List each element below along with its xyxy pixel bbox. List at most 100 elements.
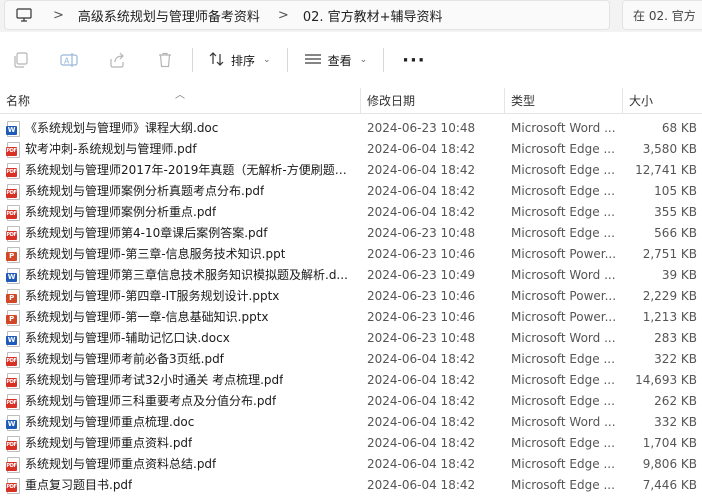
file-row[interactable]: PDF 系统规划与管理师案例分析真题考点分布.pdf 2024-06-04 18:4… [0,181,702,202]
file-name: 系统规划与管理师重点梳理.doc [25,415,195,429]
file-size: 3,580 KB [642,142,697,156]
file-row[interactable]: PDF 系统规划与管理师重点资料.pdf 2024-06-04 18:42 Micro… [0,433,702,454]
pdf-icon: PDF [6,162,20,179]
file-modified-date: 2024-06-04 18:42 [367,373,476,387]
file-modified-date: 2024-06-23 10:46 [367,289,476,303]
file-type: Microsoft Power... [511,247,617,261]
file-type: Microsoft Edge ... [511,478,615,492]
file-row[interactable]: P 系统规划与管理师-第一章-信息基础知识.pptx 2024-06-23 10:4… [0,307,702,328]
computer-icon[interactable] [13,4,35,26]
chevron-down-icon: ⌄ [359,55,368,65]
file-row[interactable]: PDF 系统规划与管理师三科重要考点及分值分布.pdf 2024-06-04 18:… [0,391,702,412]
file-name: 软考冲刺-系统规划与管理师.pdf [25,142,197,156]
file-modified-date: 2024-06-04 18:42 [367,436,476,450]
sort-ascending-icon: ︿ [175,90,185,101]
file-name-cell: PDF 系统规划与管理师案例分析真题考点分布.pdf [6,181,356,202]
ppt-icon: P [6,246,20,263]
copy-icon[interactable] [4,43,38,77]
file-name: 系统规划与管理师三科重要考点及分值分布.pdf [25,394,277,408]
file-modified-date: 2024-06-04 18:42 [367,184,476,198]
file-row[interactable]: P 系统规划与管理师-第四章-IT服务规划设计.pptx 2024-06-23 10… [0,286,702,307]
column-header-row: ︿ 名称 修改日期 类型 大小 [0,88,702,114]
file-row[interactable]: W 《系统规划与管理师》课程大纲.doc 2024-06-23 10:48 Micro… [0,118,702,139]
file-size: 566 KB [654,226,697,240]
column-header-type[interactable]: 类型 [505,88,535,114]
ppt-icon: P [6,288,20,305]
file-type: Microsoft Edge ... [511,184,615,198]
view-button[interactable]: 查看 ⌄ [296,44,376,76]
file-size: 39 KB [661,268,697,282]
delete-icon[interactable] [148,43,182,77]
search-input[interactable]: 在 02. 官方 [622,0,702,30]
file-modified-date: 2024-06-23 10:46 [367,310,476,324]
file-row[interactable]: W 系统规划与管理师重点梳理.doc 2024-06-04 18:42 Microso… [0,412,702,433]
file-size: 9,806 KB [642,457,697,471]
file-name-cell: PDF 重点复习题目书.pdf [6,475,356,496]
file-name: 系统规划与管理师案例分析重点.pdf [25,205,217,219]
file-name-cell: P 系统规划与管理师-第三章-信息服务技术知识.ppt [6,244,356,265]
pdf-icon: PDF [6,393,20,410]
file-modified-date: 2024-06-04 18:42 [367,478,476,492]
file-name: 系统规划与管理师-第一章-信息基础知识.pptx [25,310,269,324]
file-row[interactable]: PDF 软考冲刺-系统规划与管理师.pdf 2024-06-04 18:42 Micr… [0,139,702,160]
file-size: 14,693 KB [635,373,697,387]
pdf-icon: PDF [6,477,20,494]
file-modified-date: 2024-06-04 18:42 [367,457,476,471]
file-name-cell: W 《系统规划与管理师》课程大纲.doc [6,118,356,139]
file-modified-date: 2024-06-23 10:49 [367,268,476,282]
file-name-cell: PDF 系统规划与管理师2017年-2019年真题（无解析-方便刷题）... [6,160,356,181]
file-name: 系统规划与管理师考试32小时通关 考点梳理.pdf [25,373,284,387]
file-name-cell: W 系统规划与管理师-辅助记忆口诀.docx [6,328,356,349]
file-size: 355 KB [654,205,697,219]
file-name: 系统规划与管理师第三章信息技术服务知识模拟题及解析.d... [25,268,348,282]
file-name: 系统规划与管理师重点资料总结.pdf [25,457,217,471]
file-name-cell: PDF 系统规划与管理师考前必备3页纸.pdf [6,349,356,370]
file-row[interactable]: PDF 系统规划与管理师考试32小时通关 考点梳理.pdf 2024-06-04 1… [0,370,702,391]
file-size: 68 KB [661,121,697,135]
column-header-date[interactable]: 修改日期 [361,88,415,114]
file-name: 《系统规划与管理师》课程大纲.doc [25,121,219,135]
file-row[interactable]: W 系统规划与管理师第三章信息技术服务知识模拟题及解析.d... 2024-06-2… [0,265,702,286]
file-modified-date: 2024-06-04 18:42 [367,205,476,219]
sort-icon [209,51,225,69]
rename-icon[interactable]: A [52,43,86,77]
file-type: Microsoft Edge ... [511,163,615,177]
file-modified-date: 2024-06-23 10:48 [367,226,476,240]
file-type: Microsoft Power... [511,310,617,324]
file-row[interactable]: P 系统规划与管理师-第三章-信息服务技术知识.ppt 2024-06-23 10:… [0,244,702,265]
file-size: 283 KB [654,331,697,345]
file-modified-date: 2024-06-23 10:46 [367,247,476,261]
file-name: 系统规划与管理师重点资料.pdf [25,436,193,450]
file-row[interactable]: PDF 系统规划与管理师考前必备3页纸.pdf 2024-06-04 18:42 Mi… [0,349,702,370]
word-icon: W [6,267,20,284]
file-row[interactable]: PDF 系统规划与管理师第4-10章课后案例答案.pdf 2024-06-23 10… [0,223,702,244]
breadcrumb-segment-current[interactable]: 02. 官方教材+辅导资料 [303,6,443,25]
file-size: 1,704 KB [642,436,697,450]
toolbar-divider [383,48,385,72]
file-type: Microsoft Word ... [511,121,616,135]
view-list-icon [304,53,322,68]
file-row[interactable]: W 系统规划与管理师-辅助记忆口诀.docx 2024-06-23 10:48 Mic… [0,328,702,349]
column-header-size[interactable]: 大小 [623,88,653,114]
file-name: 系统规划与管理师-辅助记忆口诀.docx [25,331,230,345]
file-row[interactable]: PDF 重点复习题目书.pdf 2024-06-04 18:42 Microsoft … [0,475,702,496]
file-row[interactable]: PDF 系统规划与管理师2017年-2019年真题（无解析-方便刷题）... 202… [0,160,702,181]
file-name-cell: PDF 软考冲刺-系统规划与管理师.pdf [6,139,356,160]
file-name-cell: PDF 系统规划与管理师案例分析重点.pdf [6,202,356,223]
sort-button[interactable]: 排序 ⌄ [201,44,279,76]
file-size: 2,751 KB [642,247,697,261]
file-name: 系统规划与管理师-第四章-IT服务规划设计.pptx [25,289,280,303]
file-type: Microsoft Edge ... [511,205,615,219]
more-options-button[interactable]: ··· [392,50,436,71]
file-type: Microsoft Word ... [511,415,616,429]
file-modified-date: 2024-06-04 18:42 [367,352,476,366]
file-size: 322 KB [654,352,697,366]
breadcrumb[interactable]: > 高级系统规划与管理师备考资料 > 02. 官方教材+辅导资料 [4,0,610,30]
ppt-icon: P [6,309,20,326]
share-icon[interactable] [100,43,134,77]
column-header-name[interactable]: 名称 [0,88,30,114]
file-row[interactable]: PDF 系统规划与管理师重点资料总结.pdf 2024-06-04 18:42 Mic… [0,454,702,475]
file-name: 系统规划与管理师考前必备3页纸.pdf [25,352,224,366]
breadcrumb-segment-parent[interactable]: 高级系统规划与管理师备考资料 [78,6,260,25]
file-row[interactable]: PDF 系统规划与管理师案例分析重点.pdf 2024-06-04 18:42 Mic… [0,202,702,223]
